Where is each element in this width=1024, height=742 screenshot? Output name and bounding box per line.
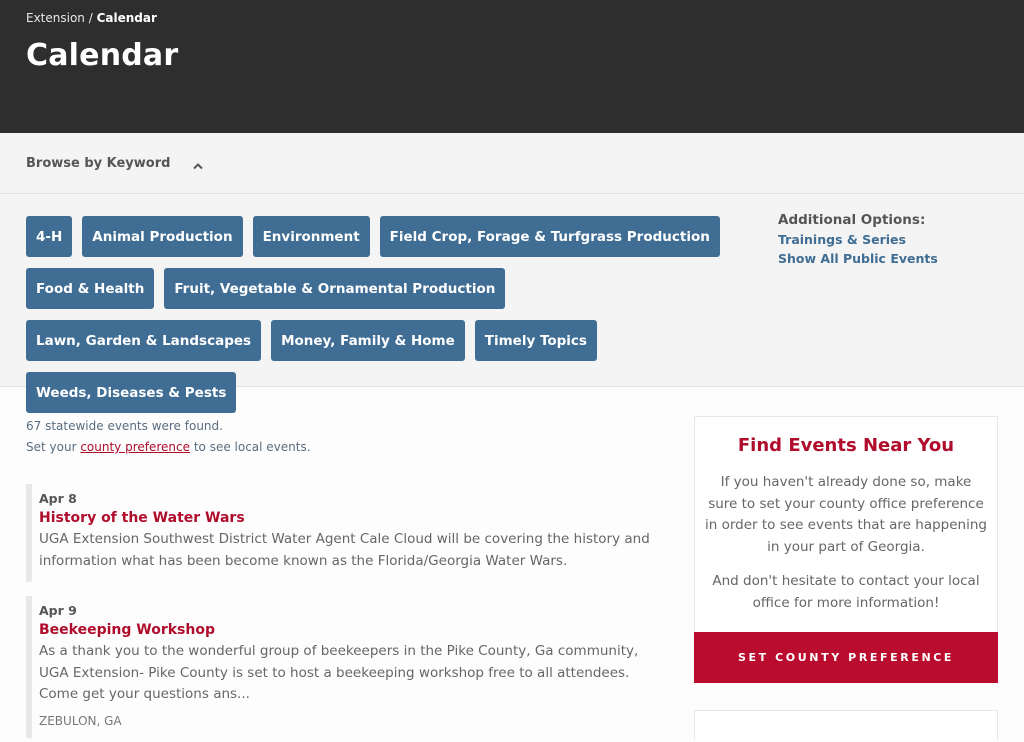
breadcrumb-extension-link[interactable]: Extension [26,11,85,25]
find-events-contact-text: And don't hesitate to contact your local… [712,573,980,611]
pref-prefix: Set your [26,440,81,454]
find-events-title: Find Events Near You [737,435,955,456]
event-description: As a thank you to the wonderful group of… [39,643,639,702]
keyword-tag-environment[interactable]: Environment [252,216,370,257]
keyword-tag-timely-topics[interactable]: Timely Topics [474,320,597,361]
page-header: Extension / Calendar Calendar [0,0,1024,133]
sidebar: Find Events Near You If you haven't alre… [694,416,998,740]
event-item: Apr 8 History of the Water Wars UGA Exte… [26,484,666,582]
show-all-public-events-link[interactable]: Show All Public Events [778,249,938,268]
breadcrumb-separator: / [84,11,97,25]
event-description: UGA Extension Southwest District Water A… [39,531,650,569]
additional-options: Additional Options: Trainings & Series S… [778,211,938,268]
find-events-box: Find Events Near You If you haven't alre… [694,416,998,632]
event-date: Apr 9 [39,603,77,618]
breadcrumb: Extension / Calendar [26,10,998,26]
event-item: Apr 9 Beekeeping Workshop As a thank you… [26,596,666,738]
find-events-text: If you haven't already done so, make sur… [705,474,987,555]
event-title-link[interactable]: Beekeeping Workshop [39,619,666,641]
keyword-tag-animal-production[interactable]: Animal Production [82,216,243,257]
browse-by-keyword-label: Browse by Keyword [26,155,171,171]
page-title: Calendar [26,38,179,73]
keyword-tag-food-health[interactable]: Food & Health [26,268,155,309]
keyword-tag-lawn-garden[interactable]: Lawn, Garden & Landscapes [26,320,262,361]
set-county-preference-button[interactable]: SET COUNTY PREFERENCE [694,632,998,683]
keyword-tag-fruit-vegetable[interactable]: Fruit, Vegetable & Ornamental Production [164,268,506,309]
chevron-up-icon[interactable] [192,157,204,170]
keyword-panel: 4-H Animal Production Environment Field … [0,194,1024,413]
event-location: ZEBULON, GA [39,713,122,728]
keyword-tag-field-crop[interactable]: Field Crop, Forage & Turfgrass Productio… [379,216,720,257]
content: 67 statewide events were found. Set your… [0,387,1024,740]
county-preference-prompt: Set your county preference to see local … [26,437,666,458]
additional-options-title: Additional Options: [778,212,926,228]
event-title-link[interactable]: History of the Water Wars [39,507,666,529]
sidebar-next-box [694,710,998,740]
event-date: Apr 8 [39,491,77,506]
results-info: 67 statewide events were found. Set your… [26,416,666,458]
results-count: 67 statewide events were found. [26,419,223,433]
pref-suffix: to see local events. [190,440,311,454]
keyword-tag-money-family[interactable]: Money, Family & Home [271,320,465,361]
trainings-series-link[interactable]: Trainings & Series [778,230,938,249]
county-preference-link[interactable]: county preference [80,440,190,454]
event-list: 67 statewide events were found. Set your… [26,387,666,740]
breadcrumb-current: Calendar [96,11,157,25]
browse-by-keyword-toggle[interactable]: Browse by Keyword [0,133,1024,194]
keyword-tags: 4-H Animal Production Environment Field … [26,216,726,413]
keyword-tag-weeds-diseases[interactable]: Weeds, Diseases & Pests [26,372,237,413]
keyword-tag-4h[interactable]: 4-H [26,216,73,257]
